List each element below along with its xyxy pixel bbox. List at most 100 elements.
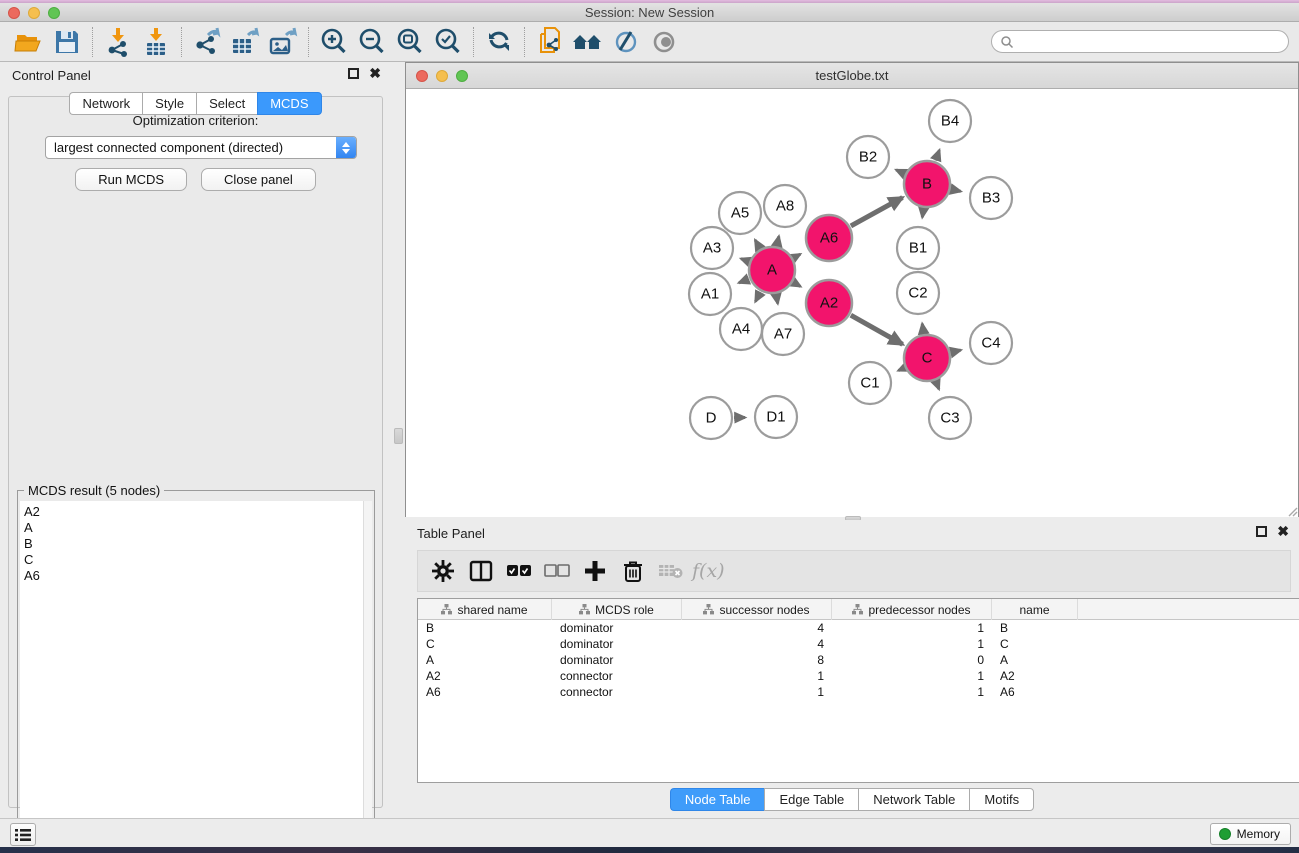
cell-name[interactable]: A6: [992, 684, 1078, 700]
zoom-out-button[interactable]: [353, 26, 391, 58]
float-table-panel-icon[interactable]: [1256, 526, 1267, 537]
zoom-fit-button[interactable]: [391, 26, 429, 58]
mcds-result-item[interactable]: B: [24, 536, 363, 552]
cell-name[interactable]: C: [992, 636, 1078, 652]
float-panel-icon[interactable]: [348, 68, 359, 79]
table-row[interactable]: Cdominator41C: [418, 636, 1299, 652]
tab-motifs[interactable]: Motifs: [969, 788, 1034, 811]
column-header-predecessor-nodes[interactable]: predecessor nodes: [832, 599, 992, 620]
cell-name[interactable]: B: [992, 620, 1078, 636]
mcds-result-item[interactable]: C: [24, 552, 363, 568]
edge-A-A4[interactable]: [755, 292, 760, 301]
result-list-scrollbar[interactable]: [363, 501, 372, 827]
export-image-button[interactable]: [264, 26, 302, 58]
cell-shared-name[interactable]: B: [418, 620, 552, 636]
minimize-network-button[interactable]: [436, 70, 448, 82]
edge-C-C2[interactable]: [922, 324, 923, 334]
edge-B-B4[interactable]: [936, 150, 940, 160]
cell-successor-nodes[interactable]: 4: [682, 636, 832, 652]
run-mcds-button[interactable]: Run MCDS: [75, 168, 187, 191]
cell-successor-nodes[interactable]: 1: [682, 668, 832, 684]
cell-MCDS-role[interactable]: connector: [552, 668, 682, 684]
edge-C-C1[interactable]: [898, 368, 904, 371]
delete-button[interactable]: [616, 555, 650, 587]
export-table-button[interactable]: [226, 26, 264, 58]
cell-MCDS-role[interactable]: dominator: [552, 652, 682, 668]
node-A6[interactable]: A6: [806, 215, 852, 261]
edge-B-B2[interactable]: [896, 170, 904, 174]
edge-A-A5[interactable]: [755, 240, 760, 248]
refresh-button[interactable]: [480, 26, 518, 58]
node-A5[interactable]: A5: [719, 192, 761, 234]
minimize-window-button[interactable]: [28, 7, 40, 19]
edge-A-A3[interactable]: [741, 259, 748, 262]
network-overview-button[interactable]: [569, 26, 607, 58]
optimization-criterion-dropdown[interactable]: largest connected component (directed): [45, 136, 357, 159]
cell-MCDS-role[interactable]: connector: [552, 684, 682, 700]
save-session-button[interactable]: [48, 26, 86, 58]
cell-shared-name[interactable]: C: [418, 636, 552, 652]
node-D[interactable]: D: [690, 397, 732, 439]
tab-select[interactable]: Select: [196, 92, 257, 115]
cell-name[interactable]: A2: [992, 668, 1078, 684]
cell-successor-nodes[interactable]: 1: [682, 684, 832, 700]
open-session-button[interactable]: [10, 26, 48, 58]
node-D1[interactable]: D1: [755, 396, 797, 438]
edge-A-A1[interactable]: [739, 279, 749, 283]
column-header-successor-nodes[interactable]: successor nodes: [682, 599, 832, 620]
select-all-button[interactable]: [502, 555, 536, 587]
tab-mcds[interactable]: MCDS: [257, 92, 321, 115]
table-settings-button[interactable]: [426, 555, 460, 587]
close-panel-button[interactable]: Close panel: [201, 168, 316, 191]
table-row[interactable]: Adominator80A: [418, 652, 1299, 668]
tab-style[interactable]: Style: [142, 92, 196, 115]
tab-network-table[interactable]: Network Table: [858, 788, 969, 811]
window-resize-grip[interactable]: [1286, 505, 1298, 517]
cell-shared-name[interactable]: A6: [418, 684, 552, 700]
search-field[interactable]: [991, 30, 1289, 53]
import-network-button[interactable]: [99, 26, 137, 58]
toggle-visual-button[interactable]: [607, 26, 645, 58]
show-columns-button[interactable]: [464, 555, 498, 587]
node-C4[interactable]: C4: [970, 322, 1012, 364]
zoom-selected-button[interactable]: [429, 26, 467, 58]
node-C2[interactable]: C2: [897, 272, 939, 314]
memory-button[interactable]: Memory: [1210, 823, 1291, 845]
cell-predecessor-nodes[interactable]: 1: [832, 620, 992, 636]
node-A8[interactable]: A8: [764, 185, 806, 227]
edge-B-B3[interactable]: [951, 189, 960, 191]
column-header-shared-name[interactable]: shared name: [418, 599, 552, 620]
vertical-splitter-grip[interactable]: [394, 428, 403, 444]
cell-name[interactable]: A: [992, 652, 1078, 668]
show-hide-button[interactable]: [645, 26, 683, 58]
node-B4[interactable]: B4: [929, 100, 971, 142]
cell-MCDS-role[interactable]: dominator: [552, 636, 682, 652]
task-history-button[interactable]: [10, 823, 36, 846]
cell-successor-nodes[interactable]: 4: [682, 620, 832, 636]
mcds-result-item[interactable]: A: [24, 520, 363, 536]
node-A2[interactable]: A2: [806, 280, 852, 326]
edge-A-A8[interactable]: [777, 236, 779, 245]
cell-MCDS-role[interactable]: dominator: [552, 620, 682, 636]
node-B[interactable]: B: [904, 161, 950, 207]
edge-A6-B[interactable]: [851, 198, 903, 226]
mcds-result-item[interactable]: A2: [24, 504, 363, 520]
node-A4[interactable]: A4: [720, 308, 762, 350]
edge-A2-C[interactable]: [851, 315, 903, 344]
mcds-result-item[interactable]: A6: [24, 568, 363, 584]
node-B2[interactable]: B2: [847, 136, 889, 178]
cell-predecessor-nodes[interactable]: 0: [832, 652, 992, 668]
node-A[interactable]: A: [749, 247, 795, 293]
node-A3[interactable]: A3: [691, 227, 733, 269]
import-table-button[interactable]: [137, 26, 175, 58]
node-B1[interactable]: B1: [897, 227, 939, 269]
close-table-panel-icon[interactable]: ✖: [1277, 526, 1289, 537]
tab-edge-table[interactable]: Edge Table: [764, 788, 858, 811]
cell-predecessor-nodes[interactable]: 1: [832, 668, 992, 684]
cell-shared-name[interactable]: A: [418, 652, 552, 668]
table-row[interactable]: A2connector11A2: [418, 668, 1299, 684]
tab-node-table[interactable]: Node Table: [670, 788, 765, 811]
edge-C-C3[interactable]: [936, 381, 939, 389]
table-row[interactable]: Bdominator41B: [418, 620, 1299, 636]
edge-B-B1[interactable]: [922, 209, 923, 218]
